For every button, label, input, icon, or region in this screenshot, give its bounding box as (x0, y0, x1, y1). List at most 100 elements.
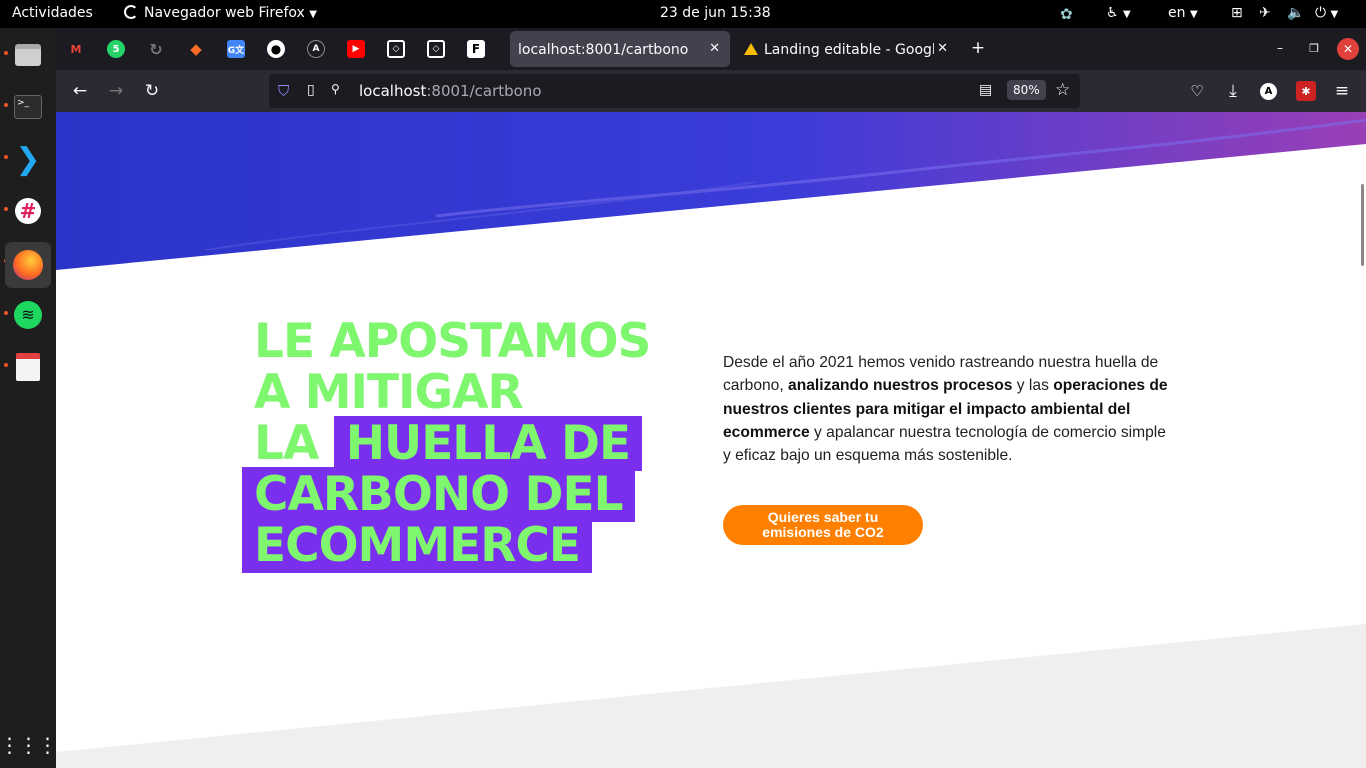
youtube-icon: ▶ (352, 44, 360, 54)
chevron-down-icon: ▼ (309, 9, 317, 20)
pinned-tab-refresh-app[interactable]: ↻ (147, 39, 165, 59)
bold-text-segment: analizando nuestros procesos (788, 377, 1013, 395)
pinned-tab-frame[interactable]: F (467, 40, 485, 58)
bookmark-star-icon[interactable]: ☆ (1055, 80, 1070, 100)
refresh-app-icon: ↻ (149, 39, 163, 59)
url-bar[interactable]: ⛉ ▯ ⚲ localhost:8001/cartbono ▤ 80% ☆ (269, 74, 1080, 108)
dock: >_ ❯ # ≋ ⋮⋮⋮ (0, 28, 58, 768)
whatsapp-badge: 5 (112, 43, 120, 55)
zoom-badge[interactable]: 80% (1007, 80, 1046, 100)
text-editor-icon[interactable] (9, 348, 47, 386)
pinned-tab-codesandbox[interactable]: ◇ (387, 40, 405, 58)
reload-button[interactable]: ↻ (142, 81, 162, 101)
tab-title: Landing editable - Google (764, 42, 945, 58)
airplane-icon[interactable]: ✈ (1259, 5, 1271, 21)
menu-button[interactable]: ≡ (1332, 81, 1352, 101)
close-window-button[interactable]: ✕ (1337, 38, 1359, 60)
minimize-button[interactable]: – (1270, 38, 1290, 58)
close-tab-icon[interactable]: ✕ (934, 41, 948, 56)
new-tab-button[interactable]: + (968, 38, 988, 58)
close-tab-icon[interactable]: ✕ (709, 41, 720, 56)
headline-line: LE APOSTAMOS (254, 314, 651, 369)
tab-landing-editable[interactable]: Landing editable - Google ✕ (736, 31, 950, 67)
google-translate-icon: G文 (227, 45, 245, 56)
activities-button[interactable]: Actividades (12, 5, 93, 21)
accessibility-icon[interactable]: ♿ ▼ (1106, 5, 1131, 21)
gmail-icon: M (70, 42, 82, 56)
page-scrollbar[interactable] (1361, 184, 1364, 266)
extension-button[interactable]: ✱ (1296, 81, 1316, 101)
system-top-bar: Actividades Navegador web Firefox ▼ 23 d… (0, 0, 1366, 28)
maximize-button[interactable]: ❐ (1304, 38, 1324, 58)
running-indicator (4, 363, 8, 367)
url-text: localhost:8001/cartbono (359, 82, 542, 100)
reload-icon: ↻ (144, 81, 160, 101)
terminal-icon[interactable]: >_ (9, 88, 47, 126)
pinned-tab-translate[interactable]: G文 (227, 40, 245, 58)
vscode-icon[interactable]: ❯ (9, 140, 47, 178)
arrow-right-icon: → (108, 81, 124, 101)
description-paragraph: Desde el año 2021 hemos venido rastreand… (723, 351, 1168, 467)
headline-line: LA (254, 416, 319, 471)
permissions-icon: ⚲ (331, 82, 340, 96)
pocket-button[interactable]: ♡ (1187, 81, 1207, 101)
language-label: en (1168, 5, 1186, 21)
back-button[interactable]: ← (70, 81, 90, 101)
downloads-button[interactable]: ⤓ (1223, 81, 1243, 101)
pinned-tab-github[interactable]: ● (267, 40, 285, 58)
arrow-left-icon: ← (72, 81, 88, 101)
running-indicator (4, 103, 8, 107)
close-icon: ✕ (1342, 42, 1354, 56)
running-indicator (4, 51, 8, 55)
files-icon[interactable] (9, 36, 47, 74)
forward-button[interactable]: → (106, 81, 126, 101)
navigation-bar: ← → ↻ ⛉ ▯ ⚲ localhost:8001/cartbono ▤ 80… (56, 70, 1366, 112)
co2-cta-button[interactable]: Quieres saber tu emisiones de CO2 (723, 505, 923, 545)
pinned-tab-whatsapp[interactable]: 5 (107, 40, 125, 58)
pinned-tab-gmail[interactable]: M (67, 40, 85, 58)
hero-banner-background (56, 112, 1366, 768)
firefox-icon[interactable] (5, 242, 51, 288)
slack-icon[interactable]: # (9, 192, 47, 230)
tab-title: localhost:8001/cartbono (518, 42, 689, 58)
cta-label-line: Quieres saber tu (767, 509, 879, 525)
running-indicator (4, 311, 8, 315)
account-icon: A (1264, 86, 1273, 97)
web-page: LE APOSTAMOS A MITIGAR LA HUELLA DE CARB… (56, 112, 1366, 768)
codesandbox-icon: ◇ (432, 44, 440, 54)
network-icon[interactable]: ⊞ (1231, 5, 1243, 21)
firefox-app-icon (124, 5, 138, 19)
volume-icon[interactable]: 🔈 (1287, 5, 1304, 21)
shield-icon: ⛉ (278, 82, 290, 100)
hero-headline: LE APOSTAMOS A MITIGAR LA HUELLA DE CARB… (242, 314, 651, 573)
language-menu[interactable]: en ▼ (1168, 5, 1198, 21)
hamburger-icon: ≡ (1334, 81, 1350, 101)
github-icon: ● (270, 42, 282, 56)
show-applications-icon[interactable]: ⋮⋮⋮ (0, 726, 58, 764)
running-indicator (4, 207, 8, 211)
power-icon[interactable]: ⏻ ▼ (1315, 5, 1338, 21)
pinned-tab-appwrite[interactable]: A (307, 40, 325, 58)
pocket-icon: ♡ (1190, 82, 1204, 100)
extension-icon: ✱ (1301, 84, 1311, 98)
headline-line: A MITIGAR (254, 365, 524, 420)
page-icon: ▯ (307, 82, 315, 98)
tab-active[interactable]: localhost:8001/cartbono ✕ (510, 31, 730, 67)
frame-icon: F (471, 42, 481, 56)
weather-icon[interactable]: ✿ (1060, 5, 1073, 23)
reader-view-icon[interactable]: ▤ (979, 82, 992, 98)
pinned-tab-youtube[interactable]: ▶ (347, 40, 365, 58)
account-button[interactable]: A (1260, 83, 1277, 100)
pinned-tab-codesandbox-2[interactable]: ◇ (427, 40, 445, 58)
gitlab-icon: ◆ (190, 40, 202, 58)
headline-highlight: ECOMMERCE (242, 518, 592, 573)
pinned-tab-gitlab[interactable]: ◆ (187, 40, 205, 58)
restore-icon: ❐ (1309, 41, 1319, 55)
clock[interactable]: 23 de jun 15:38 (660, 5, 771, 21)
tab-bar: M 5 ↻ ◆ G文 ● A ▶ ◇ ◇ F localhost:8001/ca… (56, 28, 1366, 70)
google-drive-icon (744, 43, 758, 55)
spotify-icon[interactable]: ≋ (9, 296, 47, 334)
text-segment: y las (1012, 377, 1054, 395)
codesandbox-icon: ◇ (392, 44, 400, 54)
app-menu[interactable]: Navegador web Firefox ▼ (124, 5, 317, 21)
